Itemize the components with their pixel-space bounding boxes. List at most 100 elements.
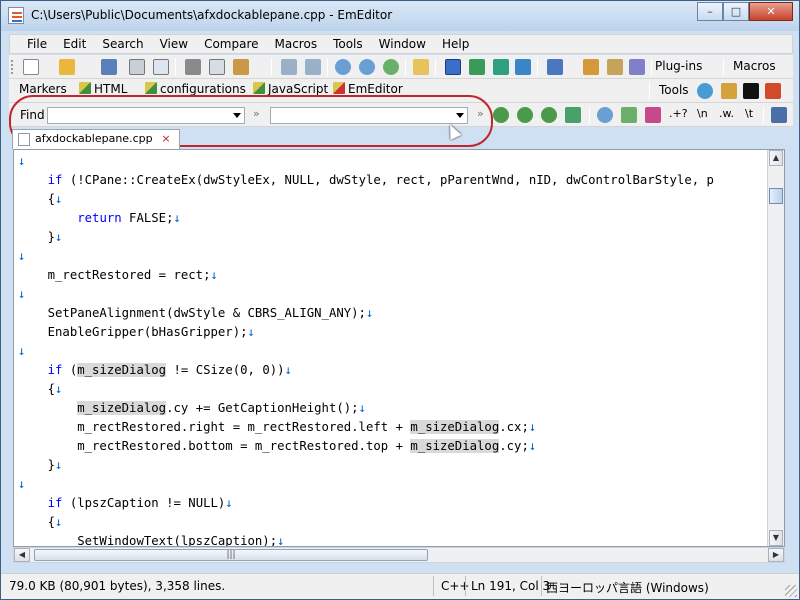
- tool-m-icon[interactable]: [765, 83, 781, 99]
- code-line[interactable]: m_rectRestored.bottom = m_rectRestored.t…: [18, 437, 770, 456]
- print-icon[interactable]: [129, 59, 145, 75]
- marker-javascript[interactable]: JavaScript: [253, 82, 328, 96]
- plugins-toolbar-label[interactable]: Plug-ins: [655, 59, 702, 73]
- close-button[interactable]: ✕: [749, 2, 793, 21]
- minimize-button[interactable]: –: [697, 2, 723, 21]
- code-line[interactable]: ↓: [18, 247, 770, 266]
- scroll-up-icon[interactable]: ▲: [769, 150, 783, 166]
- code-line[interactable]: SetPaneAlignment(dwStyle & CBRS_ALIGN_AN…: [18, 304, 770, 323]
- find-next-icon[interactable]: [359, 59, 375, 75]
- scroll-down-icon[interactable]: ▼: [769, 530, 783, 546]
- menu-macros[interactable]: Macros: [267, 35, 326, 53]
- menu-edit[interactable]: Edit: [55, 35, 94, 53]
- paste-icon[interactable]: [233, 59, 249, 75]
- document-tab[interactable]: afxdockablepane.cpp ×: [12, 129, 180, 149]
- marker-html[interactable]: HTML: [79, 82, 127, 96]
- new-file-icon[interactable]: [23, 59, 39, 75]
- code-line[interactable]: ↓: [18, 475, 770, 494]
- menu-compare[interactable]: Compare: [196, 35, 266, 53]
- escape-sequence-toggle[interactable]: \n: [697, 107, 708, 120]
- code-line[interactable]: ↓: [18, 285, 770, 304]
- print-preview-icon[interactable]: [153, 59, 169, 75]
- web-browser-icon[interactable]: [697, 83, 713, 99]
- code-line[interactable]: if (lpszCaption != NULL)↓: [18, 494, 770, 513]
- code-line[interactable]: {↓: [18, 380, 770, 399]
- menu-search[interactable]: Search: [94, 35, 151, 53]
- customize-icon[interactable]: [607, 59, 623, 75]
- code-line[interactable]: m_sizeDialog.cy += GetCaptionHeight();↓: [18, 399, 770, 418]
- code-line[interactable]: if (!CPane::CreateEx(dwStyleEx, NULL, dw…: [18, 171, 770, 190]
- scroll-left-icon[interactable]: ◀: [14, 548, 30, 562]
- tab-escape-toggle[interactable]: \t: [745, 107, 753, 120]
- maximize-button[interactable]: □: [723, 2, 749, 21]
- scroll-right-icon[interactable]: ▶: [768, 548, 784, 562]
- tools-toolbar-label[interactable]: Tools: [659, 83, 689, 97]
- tool-icon[interactable]: [721, 83, 737, 99]
- menu-help[interactable]: Help: [434, 35, 477, 53]
- redo-icon[interactable]: [305, 59, 321, 75]
- copy-icon[interactable]: [209, 59, 225, 75]
- menu-tools[interactable]: Tools: [325, 35, 371, 53]
- code-line[interactable]: return FALSE;↓: [18, 209, 770, 228]
- code-line[interactable]: {↓: [18, 190, 770, 209]
- open-folder-icon[interactable]: [59, 59, 75, 75]
- status-encoding[interactable]: 西ヨーロッパ言語 (Windows): [546, 579, 709, 596]
- macros-toolbar-label[interactable]: Macros: [733, 59, 776, 73]
- code-line[interactable]: EnableGripper(bHasGripper);↓: [18, 323, 770, 342]
- horizontal-scroll-thumb[interactable]: |||: [34, 549, 428, 561]
- menu-window[interactable]: Window: [371, 35, 434, 53]
- configuration-icon[interactable]: [547, 59, 563, 75]
- menu-file[interactable]: File: [10, 35, 55, 53]
- find-icon[interactable]: [335, 59, 351, 75]
- wrap-icon[interactable]: [493, 59, 509, 75]
- regex-toggle[interactable]: .+?: [669, 107, 688, 120]
- vertical-scroll-thumb[interactable]: [769, 188, 783, 204]
- find-in-files-icon[interactable]: [597, 107, 613, 123]
- properties-icon[interactable]: [583, 59, 599, 75]
- menu-view[interactable]: View: [152, 35, 196, 53]
- replace-in-files-icon[interactable]: [621, 107, 637, 123]
- command-prompt-icon[interactable]: [743, 83, 759, 99]
- replace-all-icon[interactable]: [565, 107, 581, 123]
- tab-close-icon[interactable]: ×: [161, 132, 170, 145]
- code-line[interactable]: ↓: [18, 342, 770, 361]
- find-options-icon[interactable]: [771, 107, 787, 123]
- undo-icon[interactable]: [281, 59, 297, 75]
- replace-next-icon[interactable]: [541, 107, 557, 123]
- code-line[interactable]: }↓: [18, 228, 770, 247]
- match-case-icon[interactable]: [645, 107, 661, 123]
- code-line[interactable]: }↓: [18, 456, 770, 475]
- vertical-scrollbar[interactable]: ▲ ▼: [767, 150, 784, 546]
- find-in-files-icon[interactable]: [413, 59, 429, 75]
- save-icon[interactable]: [101, 59, 117, 75]
- emeditor-app-icon[interactable]: [8, 7, 24, 24]
- code-line[interactable]: ↓: [18, 152, 770, 171]
- code-line[interactable]: m_rectRestored = rect;↓: [18, 266, 770, 285]
- cut-icon[interactable]: [185, 59, 201, 75]
- code-token: return: [77, 211, 122, 225]
- help-icon[interactable]: [629, 59, 645, 75]
- code-line[interactable]: m_rectRestored.right = m_rectRestored.le…: [18, 418, 770, 437]
- whole-word-toggle[interactable]: .w.: [719, 107, 734, 120]
- replace-icon[interactable]: [383, 59, 399, 75]
- code-line[interactable]: if (m_sizeDialog != CSize(0, 0))↓: [18, 361, 770, 380]
- find-previous-icon[interactable]: [493, 107, 509, 123]
- code-text[interactable]: ↓ if (!CPane::CreateEx(dwStyleEx, NULL, …: [18, 152, 770, 546]
- title-bar[interactable]: C:\Users\Public\Documents\afxdockablepan…: [1, 1, 799, 31]
- outline-icon[interactable]: [515, 59, 531, 75]
- code-line[interactable]: {↓: [18, 513, 770, 532]
- toolbar-grip[interactable]: [11, 60, 14, 74]
- marker-configurations[interactable]: configurations: [145, 82, 246, 96]
- code-editor[interactable]: ↓ if (!CPane::CreateEx(dwStyleEx, NULL, …: [13, 149, 785, 547]
- find-next-icon[interactable]: [517, 107, 533, 123]
- resize-grip[interactable]: [785, 585, 797, 597]
- search-match: m_sizeDialog: [410, 420, 500, 434]
- markers-toggle-icon[interactable]: [469, 59, 485, 75]
- horizontal-scrollbar[interactable]: ◀ ||| ▶: [13, 547, 785, 563]
- find-toolbar-toggle-icon[interactable]: [445, 59, 461, 75]
- marker-emeditor[interactable]: EmEditor: [333, 82, 403, 96]
- marker-icon: [79, 82, 91, 94]
- code-line[interactable]: SetWindowText(lpszCaption);↓: [18, 532, 770, 546]
